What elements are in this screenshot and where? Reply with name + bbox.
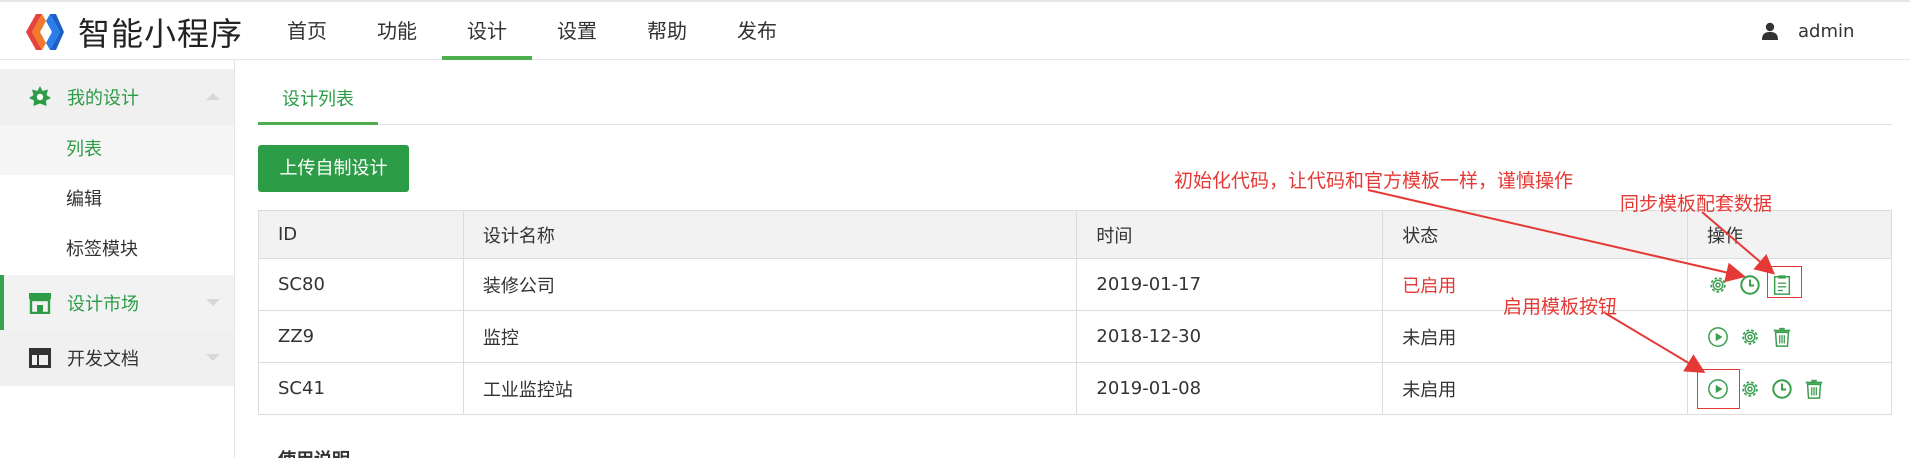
cell-id: SC80 (258, 258, 464, 311)
caret-down-icon (206, 299, 220, 306)
highlight-box-play (1697, 369, 1740, 409)
gear-icon[interactable] (1739, 378, 1761, 400)
usage-section-title: 使用说明 (278, 446, 350, 458)
trash-icon[interactable] (1771, 326, 1793, 348)
column-header-status: 状态 (1382, 210, 1689, 259)
user-name: admin (1798, 20, 1855, 42)
layout-icon (27, 345, 53, 371)
nav-item[interactable]: 发布 (712, 2, 802, 60)
sidebar: 我的设计 列表 编辑 标签模块 设计市场 开发文档 (0, 60, 235, 458)
brand[interactable]: 智能小程序 (22, 8, 243, 56)
logo-icon (26, 14, 64, 50)
user-menu[interactable]: admin (1762, 2, 1854, 60)
nav-item[interactable]: 首页 (262, 2, 352, 60)
clock-icon[interactable] (1739, 274, 1761, 296)
sidebar-group-label: 设计市场 (67, 294, 139, 315)
caret-down-icon (206, 354, 220, 361)
sidebar-group-design-market[interactable]: 设计市场 (0, 275, 234, 331)
table-row: ZZ9 监控 2018-12-30 未启用 (258, 310, 1892, 363)
sidebar-item-list[interactable]: 列表 (0, 125, 234, 175)
cell-date: 2019-01-08 (1076, 362, 1384, 415)
store-icon (27, 290, 53, 316)
sidebar-group-my-design[interactable]: 我的设计 (0, 69, 234, 125)
sidebar-group-label: 开发文档 (67, 349, 139, 370)
cell-name: 监控 (462, 310, 1078, 363)
cell-name: 工业监控站 (462, 362, 1078, 415)
highlight-box-clipboard (1767, 266, 1802, 298)
upload-design-button[interactable]: 上传自制设计 (258, 145, 409, 192)
cell-date: 2019-01-17 (1076, 258, 1384, 311)
annotation-enable-button: 启用模板按钮 (1503, 296, 1618, 318)
column-header-name: 设计名称 (462, 210, 1078, 259)
column-header-id: ID (258, 210, 464, 259)
table-row: SC41 工业监控站 2019-01-08 未启用 (258, 362, 1892, 415)
table-row: SC80 装修公司 2019-01-17 已启用 (258, 258, 1892, 311)
clock-icon[interactable] (1771, 378, 1793, 400)
nav-item[interactable]: 设置 (532, 2, 622, 60)
nav-item[interactable]: 设计 (442, 2, 532, 60)
sidebar-item-edit[interactable]: 编辑 (0, 175, 234, 225)
cell-actions (1687, 310, 1892, 363)
tab-design-list[interactable]: 设计列表 (258, 75, 378, 125)
cell-date: 2018-12-30 (1076, 310, 1384, 363)
caret-up-icon (206, 93, 220, 100)
nav-item[interactable]: 帮助 (622, 2, 712, 60)
cell-id: ZZ9 (258, 310, 464, 363)
content-tabs: 设计列表 (258, 75, 1892, 125)
sidebar-item-tag-module[interactable]: 标签模块 (0, 225, 234, 275)
action-buttons (1707, 326, 1891, 348)
sidebar-group-dev-docs[interactable]: 开发文档 (0, 330, 234, 386)
column-header-actions: 操作 (1687, 210, 1892, 259)
trash-icon[interactable] (1803, 378, 1825, 400)
annotation-init-code: 初始化代码，让代码和官方模板一样，谨慎操作 (1174, 170, 1574, 192)
top-header: 智能小程序 首页 功能 设计 设置 帮助 发布 admin (0, 0, 1910, 60)
gear-icon[interactable] (1707, 274, 1729, 296)
user-icon (1762, 22, 1778, 40)
table-header-row: ID 设计名称 时间 状态 操作 (258, 210, 1892, 259)
annotation-sync-data: 同步模板配套数据 (1620, 193, 1773, 215)
cell-id: SC41 (258, 362, 464, 415)
cell-status: 未启用 (1382, 362, 1689, 415)
brand-name: 智能小程序 (78, 15, 244, 53)
play-icon[interactable] (1707, 326, 1729, 348)
star-badge-icon (27, 84, 53, 110)
column-header-time: 时间 (1076, 210, 1384, 259)
cell-name: 装修公司 (462, 258, 1078, 311)
main-nav: 首页 功能 设计 设置 帮助 发布 (262, 2, 802, 60)
sidebar-group-label: 我的设计 (67, 88, 139, 109)
nav-item[interactable]: 功能 (352, 2, 442, 60)
design-table: ID 设计名称 时间 状态 操作 SC80 装修公司 2019-01-17 已启用 ZZ… (258, 210, 1892, 415)
gear-icon[interactable] (1739, 326, 1761, 348)
